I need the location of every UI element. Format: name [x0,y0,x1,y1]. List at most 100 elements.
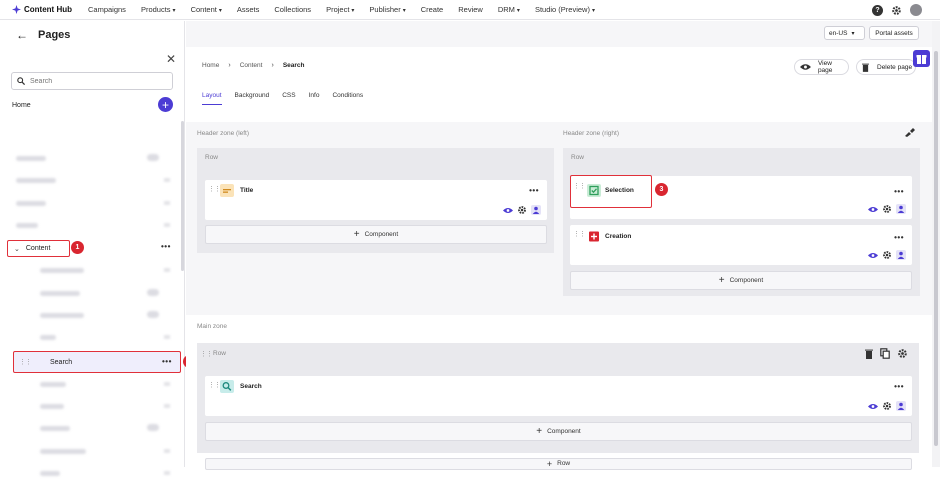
paint-brush-icon[interactable] [903,128,915,138]
nav-publisher[interactable]: Publisher ▾ [369,5,405,14]
chevron-down-icon: ▾ [351,8,355,14]
component-name: Title [240,187,254,194]
user-avatar-icon[interactable] [910,4,922,16]
nav-campaigns[interactable]: Campaigns [88,5,126,14]
nav-content[interactable]: Content ▾ [191,5,222,14]
tab-layout[interactable]: Layout [202,92,222,105]
eye-icon[interactable] [868,252,878,259]
eye-icon[interactable] [503,207,513,214]
add-component-button[interactable]: + Component [205,225,547,244]
tree-item-blurred[interactable] [10,286,178,300]
tree-item-blurred[interactable] [10,377,178,391]
copy-icon[interactable] [880,348,890,359]
sidebar-scrollbar[interactable] [181,121,184,271]
nav-project[interactable]: Project ▾ [326,5,354,14]
view-page-button[interactable]: View page [794,59,849,75]
nav-products[interactable]: Products ▾ [141,5,176,14]
chevron-right-icon: › [271,62,274,69]
search-icon [220,380,234,393]
tree-item-blurred[interactable] [10,308,178,322]
tree-item-search[interactable]: ⋮⋮ Search ••• [13,351,181,373]
drag-handle-icon[interactable]: ⋮⋮ [19,358,32,366]
gear-icon[interactable] [882,401,892,411]
gear-icon[interactable] [517,205,527,215]
language-select[interactable]: en-US ▾ [824,26,865,40]
eye-icon [800,64,811,70]
nav-create[interactable]: Create [421,5,444,14]
nav-review[interactable]: Review [458,5,483,14]
gear-icon[interactable] [882,204,892,214]
breadcrumb-content[interactable]: Content [240,62,263,69]
nav-assets[interactable]: Assets [237,5,260,14]
breadcrumb-current: Search [282,62,305,69]
tab-conditions[interactable]: Conditions [332,92,363,105]
tree-item-blurred[interactable] [10,444,178,458]
help-icon[interactable]: ? [872,4,883,16]
brand-name: Content Hub [24,5,72,14]
drag-handle-icon[interactable]: ⋮⋮ [208,381,221,389]
add-page-button[interactable]: + [158,97,173,112]
gear-icon[interactable] [882,250,892,260]
tree-item-home[interactable]: Home [12,102,31,109]
component-name: Search [240,383,262,390]
header-zone-left-label: Header zone (left) [197,130,250,137]
portal-assets-button[interactable]: Portal assets [869,26,919,40]
tab-background[interactable]: Background [235,92,270,105]
drag-handle-icon[interactable]: ⋮⋮ [573,230,586,238]
more-options-icon[interactable]: ••• [894,187,904,196]
breadcrumb-home[interactable]: Home [202,62,219,69]
eye-icon[interactable] [868,206,878,213]
add-component-button[interactable]: + Component [205,422,912,441]
component-search[interactable]: ⋮⋮ Search ••• [205,376,912,416]
gift-icon[interactable] [913,50,930,67]
component-title[interactable]: ⋮⋮ Title ••• [205,180,547,220]
tree-item-blurred[interactable] [10,466,178,480]
more-options-icon[interactable]: ••• [529,186,539,195]
tree-item-blurred[interactable] [10,196,178,210]
search-icon [17,77,25,85]
add-row-button[interactable]: + Row [205,458,912,470]
person-icon[interactable] [531,205,541,215]
tree-item-blurred[interactable] [10,263,178,277]
chevron-down-icon: ▾ [516,8,520,14]
main-scrollbar[interactable] [932,21,940,467]
trash-icon [862,63,869,72]
brand-logo[interactable]: Content Hub [12,5,72,14]
delete-page-button[interactable]: Delete page [856,59,916,75]
row-label: Row [205,154,219,161]
more-options-icon[interactable]: ••• [161,242,171,251]
drag-handle-icon[interactable]: ⋮⋮ [208,185,221,193]
plus-square-icon [587,230,601,243]
tab-info[interactable]: Info [309,92,320,105]
more-options-icon[interactable]: ••• [894,233,904,242]
search-input[interactable] [30,77,160,85]
tree-item-blurred[interactable] [10,151,178,165]
nav-collections[interactable]: Collections [274,5,311,14]
gear-icon[interactable] [891,5,902,16]
person-icon[interactable] [896,204,906,214]
person-icon[interactable] [896,401,906,411]
tab-css[interactable]: CSS [282,92,295,105]
person-icon[interactable] [896,250,906,260]
chevron-down-icon: ▾ [851,30,855,37]
add-component-button[interactable]: + Component [570,271,912,290]
gear-icon[interactable] [897,348,908,359]
tree-item-blurred[interactable] [10,399,178,413]
back-arrow-icon[interactable]: ← [16,28,28,42]
tree-item-content[interactable]: ⌄ Content [7,240,70,257]
main-scrollbar-thumb[interactable] [934,51,938,446]
nav-drm[interactable]: DRM ▾ [498,5,520,14]
tree-item-blurred[interactable] [10,218,178,232]
close-icon[interactable]: ✕ [166,52,176,66]
trash-icon[interactable] [865,349,873,359]
sidebar-search-field[interactable] [11,72,173,90]
tree-item-blurred[interactable] [10,421,178,435]
drag-handle-icon[interactable]: ⋮⋮ [200,350,213,358]
more-options-icon[interactable]: ••• [894,382,904,391]
tree-item-blurred[interactable] [10,330,178,344]
component-creation[interactable]: ⋮⋮ Creation ••• [570,225,912,265]
tree-item-blurred[interactable] [10,173,178,187]
more-options-icon[interactable]: ••• [162,357,172,366]
eye-icon[interactable] [868,403,878,410]
nav-studio-preview[interactable]: Studio (Preview) ▾ [535,5,595,14]
